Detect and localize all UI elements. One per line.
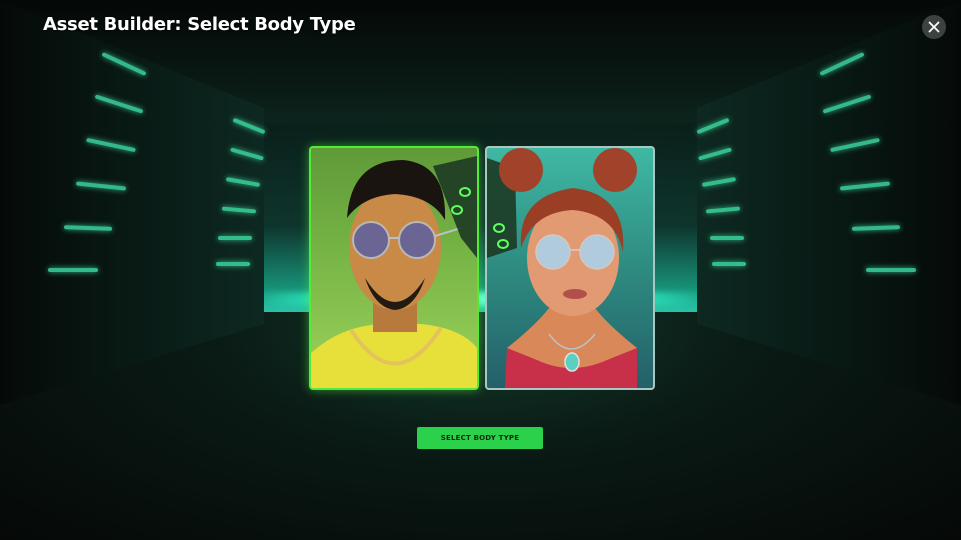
page-title: Asset Builder: Select Body Type [43,14,356,35]
female-avatar-image [487,148,637,388]
close-button[interactable] [922,15,946,39]
neon-light [216,262,250,266]
neon-light [218,236,252,240]
asset-builder-screen: Asset Builder: Select Body Type SELECT B… [0,0,961,540]
body-type-card-male[interactable] [309,146,479,390]
neon-light [710,236,744,240]
close-icon [928,21,940,33]
neon-light [712,262,746,266]
male-avatar-image [311,156,477,388]
body-type-card-female[interactable] [485,146,655,390]
select-body-type-button[interactable]: SELECT BODY TYPE [417,427,543,449]
neon-light [48,268,98,272]
neon-light [866,268,916,272]
